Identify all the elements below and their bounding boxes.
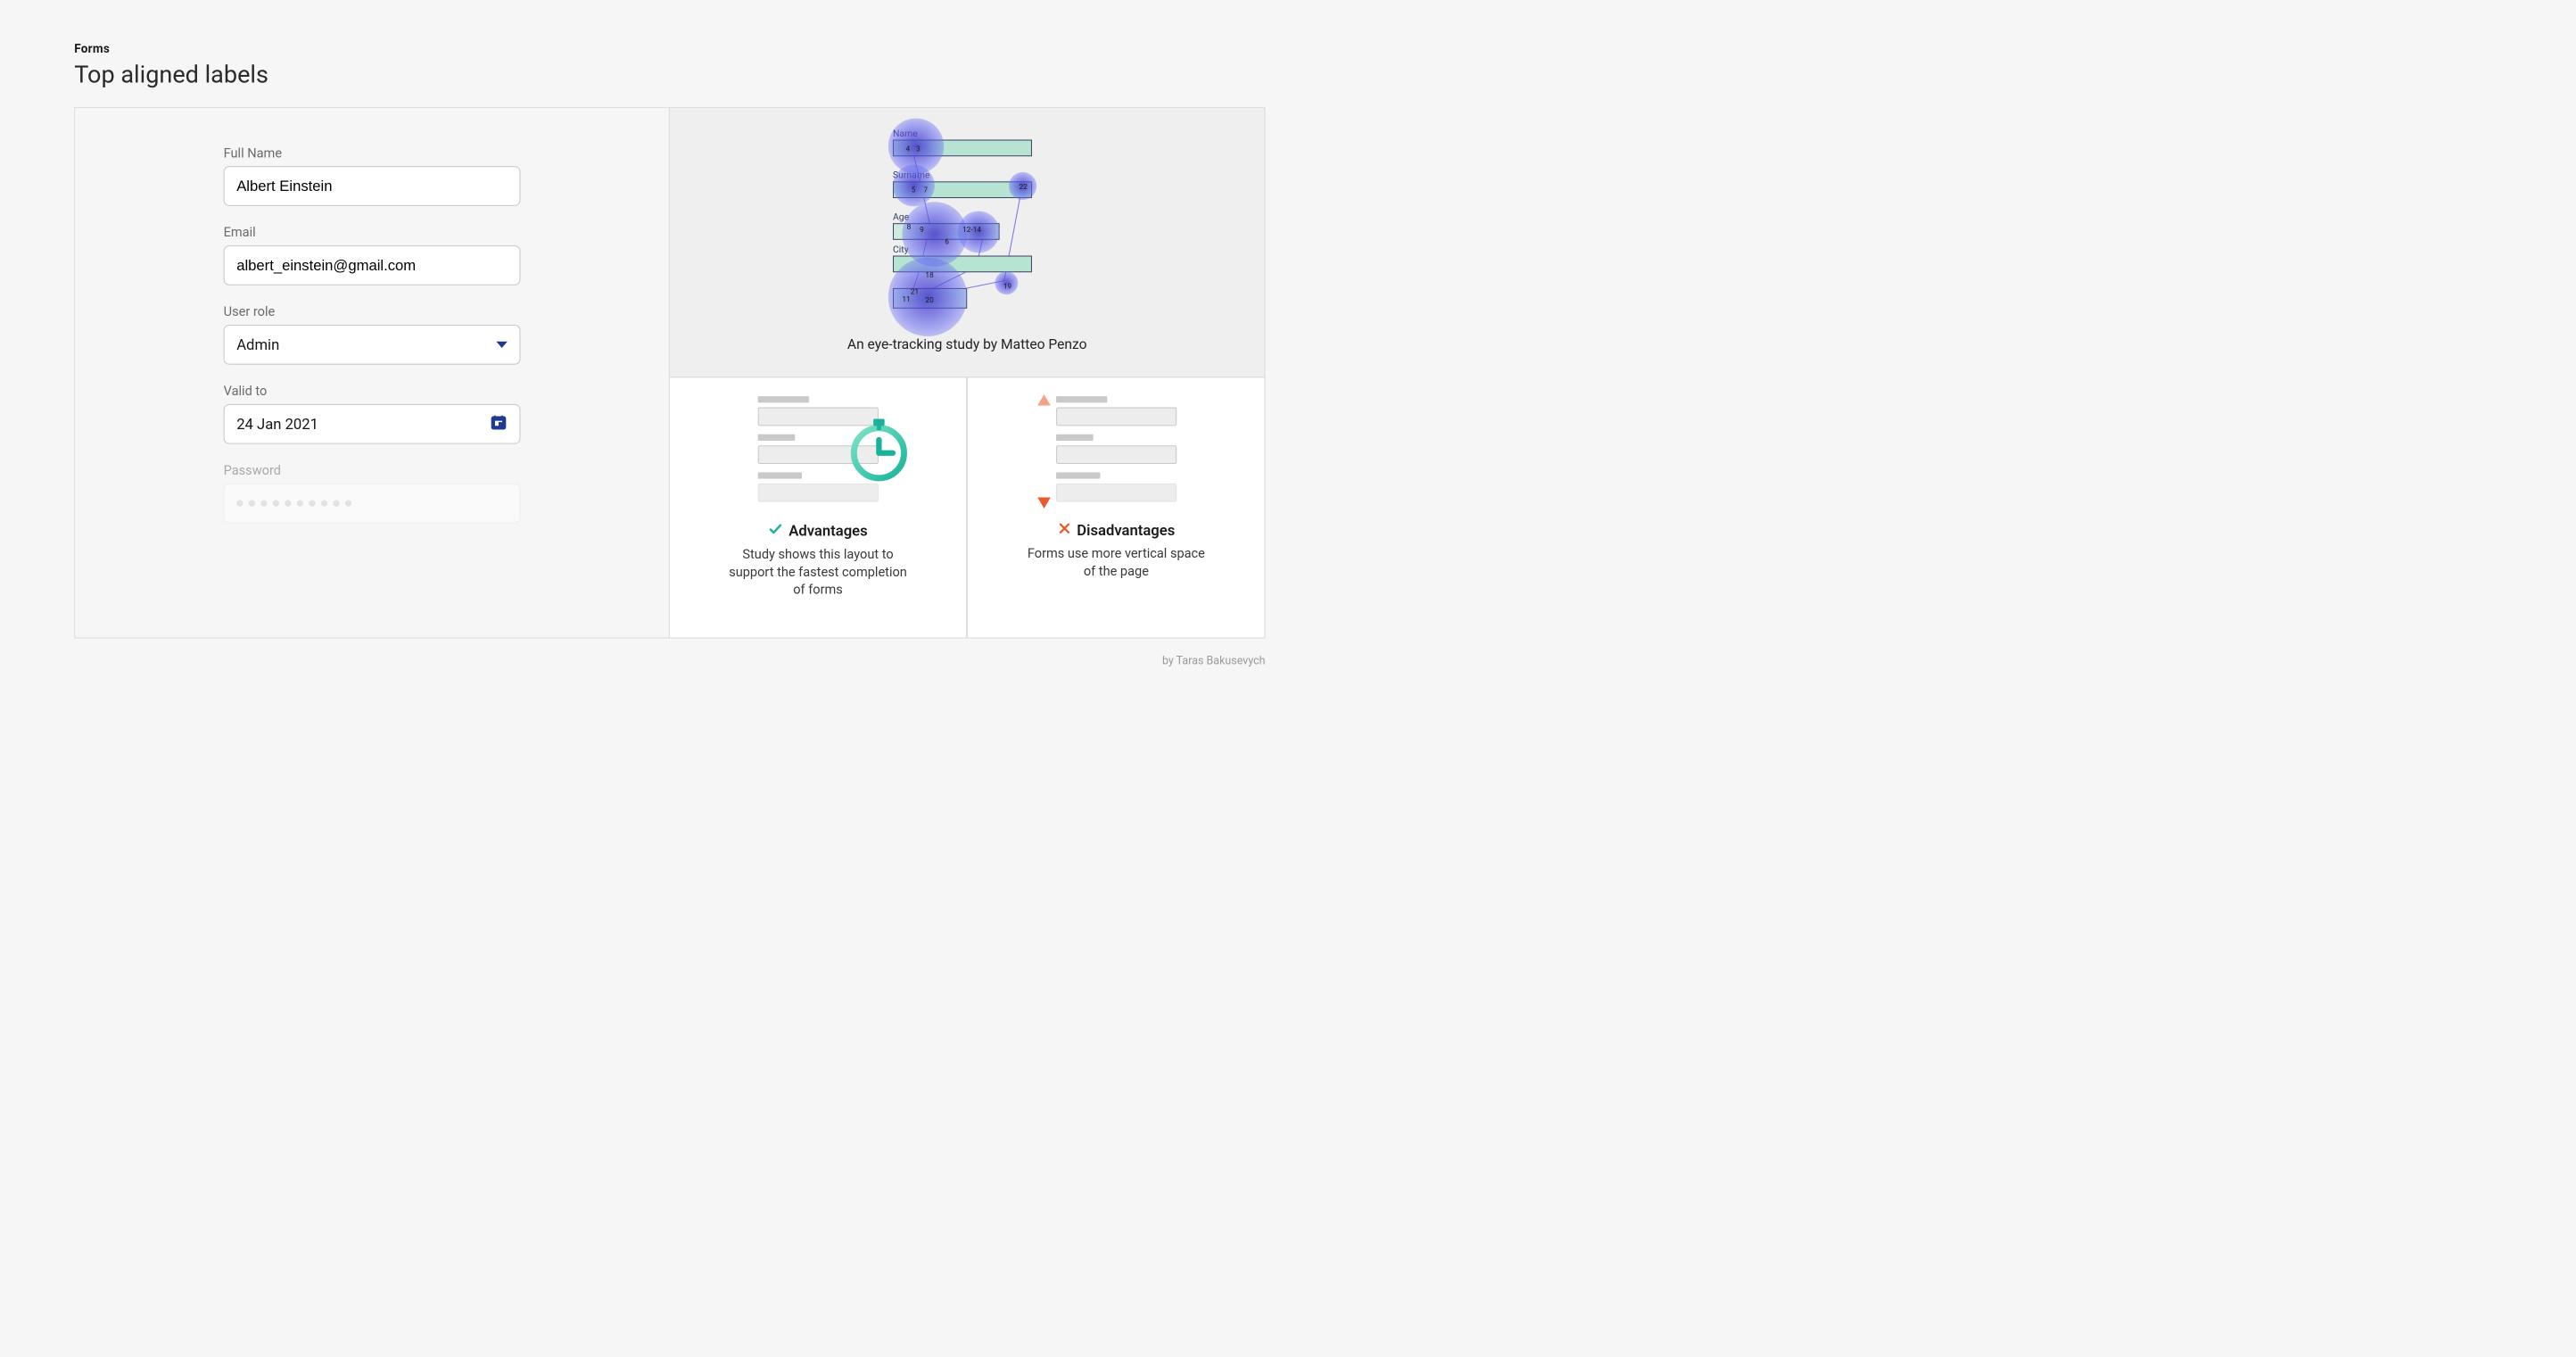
stopwatch-icon [844, 415, 913, 486]
fixation-number: 22 [1019, 182, 1027, 191]
mini-form-illustration [1056, 396, 1177, 510]
fixation-number: 4 [906, 145, 911, 153]
fixation-number: 9 [920, 225, 924, 234]
password-dot [236, 501, 243, 507]
fixation-number: 5 [912, 186, 916, 194]
fixation-number: 6 [945, 237, 949, 246]
label-userrole: User role [224, 304, 521, 319]
input-validto[interactable]: 24 Jan 2021 [224, 404, 521, 444]
example-panels: Full Name Email User role [74, 107, 1265, 638]
input-fullname-control[interactable] [236, 178, 508, 194]
password-dot [249, 501, 255, 507]
password-dot [321, 501, 327, 507]
select-userrole-value: Admin [236, 335, 279, 353]
password-dot [345, 501, 351, 507]
field-userrole: User role Admin [224, 304, 521, 365]
label-email: Email [224, 225, 521, 240]
disadvantages-title: Disadvantages [1057, 522, 1175, 540]
input-password[interactable] [224, 484, 521, 524]
advantages-title-text: Advantages [788, 522, 867, 540]
field-email: Email [224, 225, 521, 285]
heatmap-label-name: Name [893, 128, 1032, 138]
example-form-panel: Full Name Email User role [75, 108, 670, 637]
heatmap-label-surname: Surname [893, 170, 1032, 180]
fixation-number: 8 [907, 222, 912, 231]
password-dot [297, 501, 303, 507]
fixation-number: 11 [902, 294, 910, 303]
x-icon [1057, 522, 1071, 540]
input-email[interactable] [224, 245, 521, 285]
fixation-number: 21 [911, 287, 919, 296]
input-email-control[interactable] [236, 257, 508, 274]
password-dot [309, 501, 315, 507]
fixation-number: 12-14 [962, 225, 981, 234]
eye-tracking-heatmap: Name Surname Age City [893, 128, 1041, 322]
check-icon [768, 522, 783, 541]
chevron-down-icon [496, 342, 507, 348]
heatmap-label-age: Age [893, 211, 1000, 222]
section-eyebrow: Forms [74, 42, 1265, 56]
label-fullname: Full Name [224, 145, 521, 161]
attribution: by Taras Bakusevych [74, 654, 1265, 667]
fixation-number: 20 [925, 295, 933, 304]
field-password: Password [224, 462, 521, 523]
password-dot [273, 501, 279, 507]
advantages-title: Advantages [768, 522, 867, 541]
password-dot [285, 501, 291, 507]
select-userrole[interactable]: Admin [224, 325, 521, 365]
disadvantages-title-text: Disadvantages [1077, 522, 1175, 540]
heatmap-label-city: City [893, 244, 1032, 254]
field-validto: Valid to 24 Jan 2021 [224, 384, 521, 444]
fixation-number: 18 [925, 270, 933, 279]
eye-tracking-panel: Name Surname Age City [670, 108, 1265, 377]
page-title: Top aligned labels [74, 61, 1265, 89]
disadvantages-body: Forms use more vertical space of the pag… [1023, 545, 1209, 580]
fixation-number: 3 [916, 145, 921, 153]
label-password: Password [224, 462, 521, 477]
fixation-number: 7 [923, 186, 928, 194]
advantages-panel: Advantages Study shows this layout to su… [670, 377, 967, 637]
mini-form-illustration [757, 396, 878, 510]
disadvantages-panel: Disadvantages Forms use more vertical sp… [967, 377, 1264, 637]
field-fullname: Full Name [224, 145, 521, 206]
study-caption: An eye-tracking study by Matteo Penzo [847, 336, 1087, 352]
heatmap-field [893, 256, 1032, 273]
vertical-arrow-icon [1034, 393, 1054, 511]
fixation-number: 19 [1003, 282, 1011, 291]
password-dot [260, 501, 267, 507]
input-fullname[interactable] [224, 166, 521, 206]
calendar-icon [490, 413, 508, 434]
heatmap-field [893, 140, 1032, 157]
password-dot [333, 501, 339, 507]
advantages-body: Study shows this layout to support the f… [725, 546, 911, 599]
label-validto: Valid to [224, 384, 521, 399]
input-validto-value: 24 Jan 2021 [236, 415, 318, 433]
